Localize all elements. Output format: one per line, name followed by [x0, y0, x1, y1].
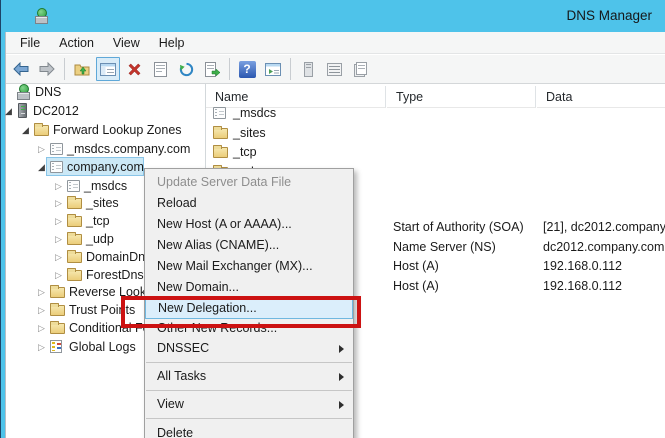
submenu-arrow-icon [339, 401, 344, 409]
folder-icon [67, 270, 82, 281]
expanded-arrow-icon[interactable]: ◢ [5, 102, 12, 120]
list-cell-data: [21], dc2012.company. [543, 218, 665, 237]
zone-icon [67, 180, 80, 192]
toolbar-separator [229, 58, 230, 80]
folder-icon [67, 252, 82, 263]
menu-item-dnssec[interactable]: DNSSEC [145, 339, 353, 359]
menu-item-new-host[interactable]: New Host (A or AAAA)... [145, 214, 353, 235]
column-header-type[interactable]: Type [387, 86, 536, 108]
folder-icon [213, 128, 228, 139]
menu-separator [146, 362, 352, 363]
folder-icon [67, 216, 82, 227]
menubar: File Action View Help [6, 32, 665, 54]
back-icon[interactable] [9, 57, 33, 81]
expanded-arrow-icon[interactable]: ◢ [22, 121, 29, 139]
server-column-icon[interactable] [296, 57, 320, 81]
collapsed-arrow-icon[interactable]: ▷ [38, 140, 45, 158]
export-list-icon[interactable] [200, 57, 224, 81]
folder-icon [34, 125, 49, 136]
collapsed-arrow-icon[interactable]: ▷ [38, 338, 45, 356]
titlebar: DNS Manager [0, 0, 665, 32]
list-cell-name: _sites [233, 124, 266, 143]
menu-item-reload[interactable]: Reload [145, 193, 353, 214]
submenu-arrow-icon [339, 345, 344, 353]
menu-action[interactable]: Action [53, 34, 100, 52]
console-window-icon[interactable] [261, 57, 285, 81]
list-cell-data: dc2012.company.com. [543, 238, 665, 257]
toolbar: ? [6, 55, 665, 84]
column-header-data[interactable]: Data [537, 86, 665, 108]
collapsed-arrow-icon[interactable]: ▷ [38, 319, 45, 337]
tree-item-company-com[interactable]: ◢ company.com [0, 158, 77, 176]
menu-item-all-tasks[interactable]: All Tasks [145, 367, 353, 387]
server-icon [18, 103, 27, 118]
collapsed-arrow-icon[interactable]: ▷ [55, 194, 62, 212]
menu-item-view[interactable]: View [145, 395, 353, 415]
list-lines-icon[interactable] [322, 57, 346, 81]
folder-icon [50, 287, 65, 298]
menu-item-update-server-data-file: Update Server Data File [145, 172, 353, 193]
zone-icon [50, 143, 63, 155]
folder-up-icon[interactable] [70, 57, 94, 81]
menu-item-new-mail-exchanger[interactable]: New Mail Exchanger (MX)... [145, 256, 353, 277]
zone-icon [50, 161, 63, 173]
toolbar-separator [290, 58, 291, 80]
menu-help[interactable]: Help [153, 34, 191, 52]
collapsed-arrow-icon[interactable]: ▷ [55, 212, 62, 230]
submenu-arrow-icon [339, 373, 344, 381]
dns-manager-icon [34, 8, 48, 24]
console-tree-icon[interactable] [96, 57, 120, 81]
folder-icon [67, 234, 82, 245]
menu-separator [146, 390, 352, 391]
annotation-highlight-box [121, 296, 361, 328]
menu-file[interactable]: File [14, 34, 46, 52]
refresh-icon[interactable] [174, 57, 198, 81]
logs-icon [50, 340, 62, 353]
collapsed-arrow-icon[interactable]: ▷ [55, 230, 62, 248]
list-cell-type: Name Server (NS) [393, 238, 496, 257]
dns-root-icon [16, 84, 30, 100]
menu-item-delete[interactable]: Delete [145, 423, 353, 438]
menu-view[interactable]: View [107, 34, 146, 52]
collapsed-arrow-icon[interactable]: ▷ [38, 283, 45, 301]
toolbar-separator [64, 58, 65, 80]
list-cell-name: _msdcs [233, 104, 276, 123]
collapsed-arrow-icon[interactable]: ▷ [55, 177, 62, 195]
window-title: DNS Manager [566, 8, 652, 23]
list-cell-data: 192.168.0.112 [543, 277, 622, 296]
folder-icon [67, 198, 82, 209]
collapsed-arrow-icon[interactable]: ▷ [55, 248, 62, 266]
zone-icon [213, 107, 226, 119]
folder-icon [50, 305, 65, 316]
menu-separator [146, 418, 352, 419]
list-cell-type: Host (A) [393, 277, 439, 296]
properties-icon[interactable] [148, 57, 172, 81]
collapsed-arrow-icon[interactable]: ▷ [38, 301, 45, 319]
menu-item-new-domain[interactable]: New Domain... [145, 277, 353, 298]
list-cell-type: Host (A) [393, 257, 439, 276]
menu-item-new-alias[interactable]: New Alias (CNAME)... [145, 235, 353, 256]
dns-manager-window: DNS Manager File Action View Help [0, 0, 665, 438]
clipboard-icon[interactable] [348, 57, 372, 81]
folder-icon [213, 147, 228, 158]
collapsed-arrow-icon[interactable]: ▷ [55, 266, 62, 284]
list-cell-name: _tcp [233, 143, 257, 162]
list-cell-type: Start of Authority (SOA) [393, 218, 524, 237]
folder-icon [50, 323, 65, 334]
delete-x-icon[interactable] [122, 57, 146, 81]
forward-icon[interactable] [35, 57, 59, 81]
help-icon[interactable]: ? [235, 57, 259, 81]
expanded-arrow-icon[interactable]: ◢ [38, 158, 45, 176]
list-cell-data: 192.168.0.112 [543, 257, 622, 276]
